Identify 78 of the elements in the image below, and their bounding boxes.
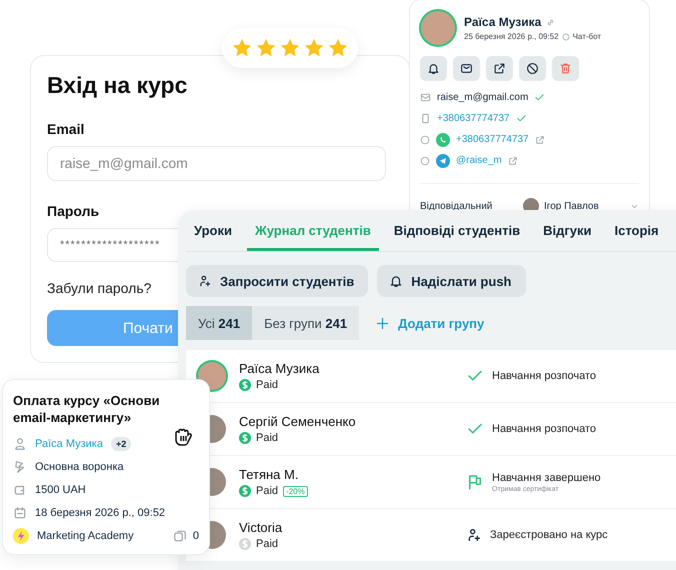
dollar-coin-icon <box>239 432 251 444</box>
payment-status: Paid <box>256 432 278 444</box>
bell-icon <box>389 274 404 288</box>
whatsapp-icon <box>436 132 450 146</box>
email-field[interactable]: raise_m@gmail.com <box>47 146 386 181</box>
funnel-name: Основна воронка <box>35 460 124 472</box>
responsible-name: Ігор Павлов <box>544 200 599 212</box>
mail-icon <box>420 92 431 103</box>
tab[interactable]: Уроки <box>186 210 240 251</box>
login-title: Вхід на курс <box>47 72 188 99</box>
bell-icon <box>427 62 440 75</box>
block-button[interactable] <box>519 56 546 81</box>
learning-status: Навчання завершено <box>492 472 601 484</box>
telegram-icon <box>436 154 450 168</box>
notify-button[interactable] <box>420 56 447 81</box>
contact-email: raise_m@gmail.com <box>437 92 528 103</box>
payment-status: Paid <box>256 379 278 391</box>
trash-icon <box>559 62 572 75</box>
contact-name: Раїса Музика <box>464 15 542 29</box>
phone-icon <box>420 113 431 124</box>
forgot-password-link[interactable]: Забули пароль? <box>47 280 152 296</box>
star-icon <box>303 37 325 59</box>
payment-title: Оплата курсу «Основи email-маркетингу» <box>13 392 161 426</box>
flag-icon <box>466 473 484 491</box>
student-name: Тетяна М. <box>239 467 300 482</box>
dollar-coin-icon <box>239 538 251 550</box>
tab[interactable]: Відгуки <box>535 210 600 251</box>
tab[interactable]: Історія <box>606 210 667 251</box>
group-tab[interactable]: Без групи 241 <box>252 306 360 340</box>
student-name: Victoria <box>239 520 284 535</box>
student-name: Сергій Семенченко <box>239 414 357 429</box>
email-button[interactable] <box>453 56 480 81</box>
person-icon <box>13 436 27 450</box>
avatar <box>421 11 455 45</box>
person-plus-icon <box>466 527 482 543</box>
person-plus-icon <box>198 274 212 288</box>
group-tab[interactable]: Усі 241 <box>186 306 252 340</box>
learning-status: Навчання розпочато <box>492 370 596 382</box>
external-link-icon <box>508 156 518 166</box>
payment-date: 18 березня 2026 р., 09:52 <box>35 506 166 518</box>
password-value: ******************* <box>60 239 160 252</box>
password-field[interactable]: ******************* <box>47 228 178 262</box>
check-icon <box>516 113 527 124</box>
calendar-icon <box>13 506 27 520</box>
lightning-badge-icon <box>13 528 29 544</box>
learning-status: Навчання розпочато <box>492 423 596 435</box>
tab[interactable]: Відповіді студентів <box>386 210 528 251</box>
contact-source: Чат-бот <box>572 32 602 41</box>
extra-count-tag: +2 <box>110 436 132 450</box>
plus-icon <box>375 316 390 330</box>
block-icon <box>526 62 539 75</box>
star-icon <box>231 37 253 59</box>
responsible-label: Відповідальний <box>420 200 494 212</box>
delete-button[interactable] <box>552 56 579 81</box>
contact-date: 25 березня 2026 р., 09:52 <box>464 32 559 41</box>
learning-status: Зареєстровано на курс <box>490 529 608 541</box>
mail-icon <box>460 62 473 75</box>
dollar-coin-icon <box>239 379 251 391</box>
field-label: Пароль <box>47 202 100 219</box>
company-name: Marketing Academy <box>37 530 134 542</box>
payment-amount: 1500 UAH <box>35 484 86 496</box>
discount-tag: -20% <box>283 486 308 496</box>
send-push-button[interactable]: Надіслати push <box>377 265 526 297</box>
invite-button[interactable]: Запросити студентів <box>186 265 368 297</box>
link-icon <box>546 18 556 26</box>
payment-status: Paid <box>256 485 278 497</box>
star-icon <box>279 37 301 59</box>
student-name: Раїса Музика <box>239 361 320 376</box>
open-button[interactable] <box>486 56 513 81</box>
check-icon <box>534 92 546 103</box>
dollar-coin-icon <box>239 485 251 497</box>
star-icon <box>255 37 277 59</box>
external-link-icon <box>493 62 506 75</box>
comment-count: 0 <box>192 530 199 542</box>
payment-status: Paid <box>256 538 278 550</box>
external-link-icon <box>534 134 545 144</box>
star-icon <box>327 37 349 59</box>
field-label: Email <box>47 121 86 137</box>
